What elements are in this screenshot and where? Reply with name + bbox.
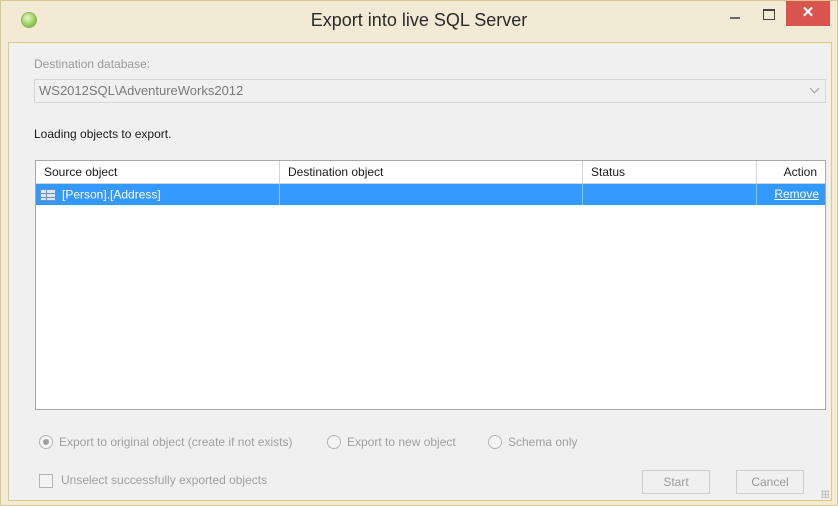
column-header-action[interactable]: Action	[757, 161, 825, 183]
export-dialog: Export into live SQL Server ✕ Destinatio…	[0, 0, 838, 506]
unselect-exported-checkbox[interactable]	[39, 473, 53, 488]
close-button[interactable]: ✕	[786, 1, 830, 26]
remove-link[interactable]: Remove	[774, 187, 819, 201]
table-icon	[40, 188, 56, 201]
minimize-button[interactable]	[718, 1, 752, 26]
export-new-option[interactable]: Export to new object	[327, 434, 456, 454]
destination-database-select[interactable]: WS2012SQL\AdventureWorks2012	[34, 79, 826, 103]
source-object-cell[interactable]: [Person].[Address]	[36, 184, 280, 205]
maximize-icon	[763, 9, 775, 20]
action-cell: Remove	[757, 184, 825, 205]
close-icon: ✕	[801, 4, 815, 21]
dialog-content: Destination database: WS2012SQL\Adventur…	[8, 42, 832, 501]
destination-database-value: WS2012SQL\AdventureWorks2012	[39, 83, 244, 98]
window-title: Export into live SQL Server	[310, 10, 528, 30]
source-object-text: [Person].[Address]	[62, 187, 161, 202]
schema-only-label: Schema only	[508, 434, 578, 449]
maximize-button[interactable]	[752, 1, 786, 26]
minimize-icon	[730, 17, 740, 19]
status-cell	[583, 184, 757, 205]
column-header-status[interactable]: Status	[583, 161, 757, 183]
export-original-radio[interactable]	[39, 434, 53, 449]
schema-only-option[interactable]: Schema only	[488, 434, 577, 454]
resize-grip-icon[interactable]	[821, 490, 829, 498]
export-new-radio[interactable]	[327, 434, 341, 449]
export-original-option[interactable]: Export to original object (create if not…	[39, 434, 292, 454]
table-row[interactable]: [Person].[Address] Remove	[36, 184, 825, 205]
destination-object-cell[interactable]	[280, 184, 583, 205]
status-text: Loading objects to export.	[34, 127, 172, 141]
chevron-down-icon[interactable]	[809, 83, 820, 94]
export-original-label: Export to original object (create if not…	[59, 434, 293, 449]
unselect-exported-label: Unselect successfully exported objects	[61, 473, 268, 487]
column-header-source[interactable]: Source object	[36, 161, 280, 183]
schema-only-radio[interactable]	[488, 434, 502, 449]
title-bar[interactable]: Export into live SQL Server ✕	[1, 1, 837, 41]
export-new-label: Export to new object	[347, 434, 456, 449]
unselect-exported-option[interactable]: Unselect successfully exported objects	[39, 473, 267, 488]
objects-grid[interactable]: Source object Destination object Status …	[35, 160, 826, 410]
cancel-button[interactable]: Cancel	[736, 470, 804, 494]
grid-header: Source object Destination object Status …	[36, 161, 825, 184]
column-header-destination[interactable]: Destination object	[280, 161, 583, 183]
destination-database-label: Destination database:	[34, 57, 151, 71]
start-button[interactable]: Start	[642, 470, 710, 494]
